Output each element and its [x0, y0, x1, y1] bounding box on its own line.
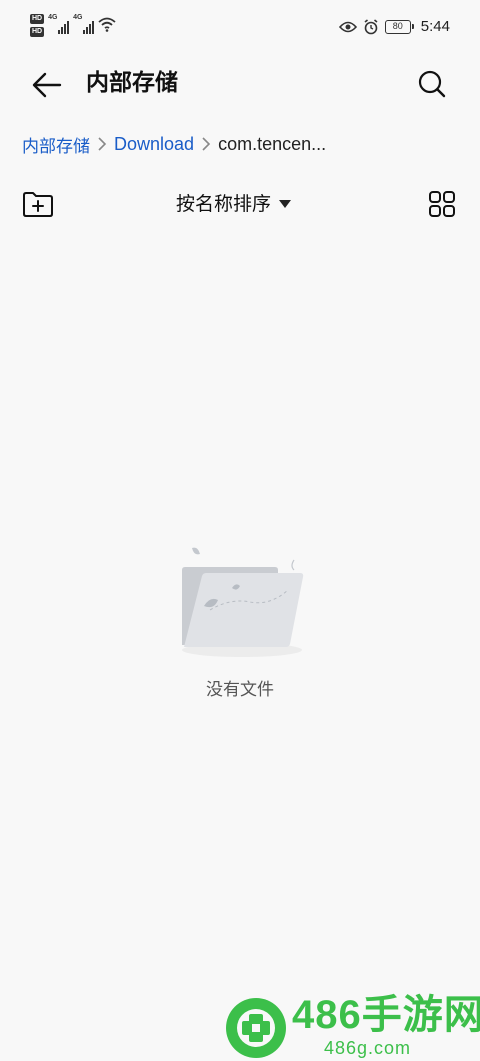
empty-state: 没有文件	[0, 540, 480, 700]
empty-message: 没有文件	[206, 680, 274, 700]
hd-badge: HD	[30, 27, 45, 37]
status-right: 80 5:44	[338, 18, 450, 35]
breadcrumb: 内部存储 Download com.tencen...	[22, 130, 326, 158]
signal-icon: 4G	[48, 14, 70, 34]
watermark: 486手游网 486g.com	[222, 992, 480, 1061]
chevron-right-icon	[98, 137, 107, 151]
arrow-left-icon[interactable]	[30, 68, 64, 102]
sort-dropdown[interactable]: 按名称排序	[176, 190, 292, 218]
grid-view-icon[interactable]	[428, 190, 456, 218]
battery-icon: 80	[384, 19, 414, 34]
watermark-url: 486g.com	[324, 1038, 412, 1058]
watermark-logo	[226, 998, 286, 1058]
watermark-title: 486手游网	[292, 993, 480, 1037]
wifi-icon	[98, 17, 116, 32]
sort-label: 按名称排序	[176, 193, 272, 215]
search-icon[interactable]	[416, 68, 448, 100]
clock: 5:44	[420, 18, 450, 35]
breadcrumb-item-current: com.tencen...	[218, 133, 327, 154]
signal-icon: 4G	[73, 14, 95, 34]
eye-icon	[338, 21, 357, 32]
page-title: 内部存储	[86, 70, 178, 96]
hd-badge: HD	[30, 14, 45, 24]
status-bar: HD HD 4G 4G 80 5:44	[0, 0, 480, 56]
folder-add-icon[interactable]	[22, 190, 54, 218]
toolbar: 按名称排序	[0, 184, 480, 224]
chevron-right-icon	[202, 137, 211, 151]
alarm-icon	[364, 18, 378, 34]
breadcrumb-item-internal-storage[interactable]: 内部存储	[22, 132, 90, 157]
empty-folder-illustration	[182, 547, 304, 657]
title-bar: 内部存储	[0, 56, 480, 112]
breadcrumb-item-download[interactable]: Download	[114, 134, 194, 155]
status-left: HD HD 4G 4G	[30, 14, 116, 37]
caret-down-icon	[279, 200, 292, 208]
